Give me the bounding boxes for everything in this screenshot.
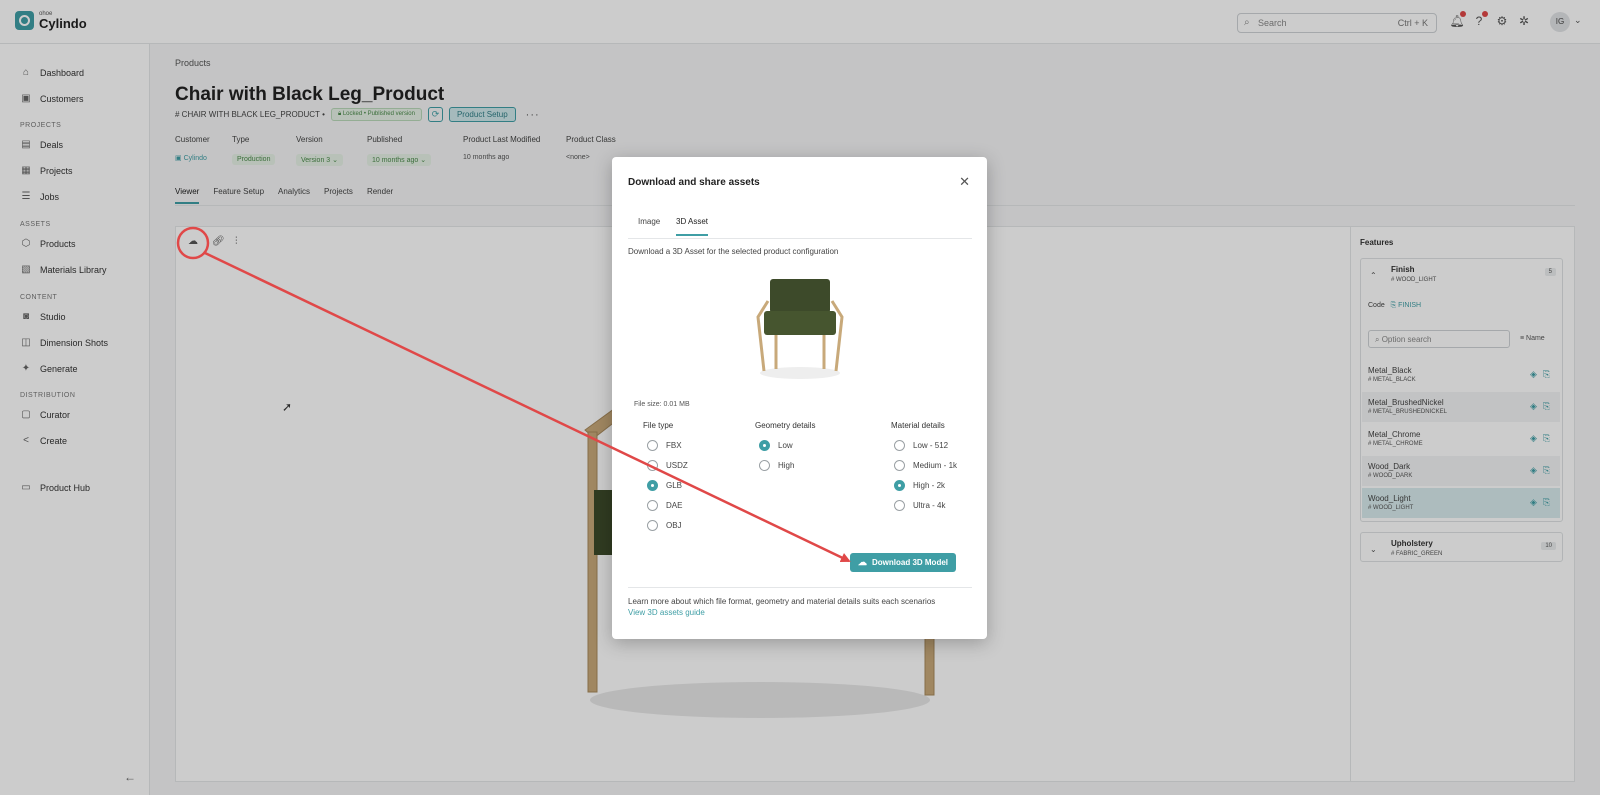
chair-preview-image xyxy=(756,279,844,379)
radio-label: Medium - 1k xyxy=(913,461,958,470)
radio-label: GLB xyxy=(666,481,683,490)
radio-button-selected[interactable] xyxy=(647,480,658,491)
modal-description: Download a 3D Asset for the selected pro… xyxy=(628,247,839,256)
material-heading: Material details xyxy=(891,421,945,430)
radio-button[interactable] xyxy=(894,460,905,471)
radio-button[interactable] xyxy=(647,440,658,451)
radio-label: OBJ xyxy=(666,521,682,530)
download-assets-modal: Download and share assets ✕ Image 3D Ass… xyxy=(612,157,987,639)
radio-button[interactable] xyxy=(647,520,658,531)
radio-usdz[interactable]: USDZ xyxy=(647,460,688,471)
radio-material-low[interactable]: Low - 512 xyxy=(894,440,948,451)
download-3d-model-button[interactable]: ☁︎ Download 3D Model xyxy=(850,553,956,572)
assets-guide-link[interactable]: View 3D assets guide xyxy=(628,608,705,617)
tab-3d-asset[interactable]: 3D Asset xyxy=(676,217,709,236)
radio-label: DAE xyxy=(666,501,683,510)
radio-button-selected[interactable] xyxy=(759,440,770,451)
radio-geometry-high[interactable]: High xyxy=(759,460,794,471)
radio-dae[interactable]: DAE xyxy=(647,500,682,511)
radio-fbx[interactable]: FBX xyxy=(647,440,682,451)
radio-button[interactable] xyxy=(759,460,770,471)
modal-tabs: Image 3D Asset xyxy=(628,217,972,239)
radio-button[interactable] xyxy=(894,500,905,511)
radio-button[interactable] xyxy=(647,460,658,471)
button-label: Download 3D Model xyxy=(872,558,948,567)
cloud-download-icon: ☁︎ xyxy=(858,557,867,567)
close-icon[interactable]: ✕ xyxy=(959,174,970,190)
file-size: File size: 0.01 MB xyxy=(634,401,690,408)
radio-button-selected[interactable] xyxy=(894,480,905,491)
radio-label: High - 2k xyxy=(913,481,946,490)
radio-glb[interactable]: GLB xyxy=(647,480,682,491)
learn-more-text: Learn more about which file format, geom… xyxy=(628,597,936,606)
radio-label: FBX xyxy=(666,441,682,450)
radio-label: Low - 512 xyxy=(913,441,949,450)
file-type-heading: File type xyxy=(643,421,674,430)
geometry-heading: Geometry details xyxy=(755,421,816,430)
radio-label: Ultra - 4k xyxy=(913,501,946,510)
radio-button[interactable] xyxy=(647,500,658,511)
radio-geometry-low[interactable]: Low xyxy=(759,440,793,451)
radio-material-medium[interactable]: Medium - 1k xyxy=(894,460,957,471)
radio-material-ultra[interactable]: Ultra - 4k xyxy=(894,500,945,511)
radio-label: USDZ xyxy=(666,461,688,470)
radio-button[interactable] xyxy=(894,440,905,451)
divider xyxy=(628,587,972,588)
radio-material-high[interactable]: High - 2k xyxy=(894,480,945,491)
tab-image[interactable]: Image xyxy=(638,217,660,234)
radio-label: Low xyxy=(778,441,793,450)
modal-title: Download and share assets xyxy=(628,177,760,188)
radio-label: High xyxy=(778,461,795,470)
radio-obj[interactable]: OBJ xyxy=(647,520,682,531)
